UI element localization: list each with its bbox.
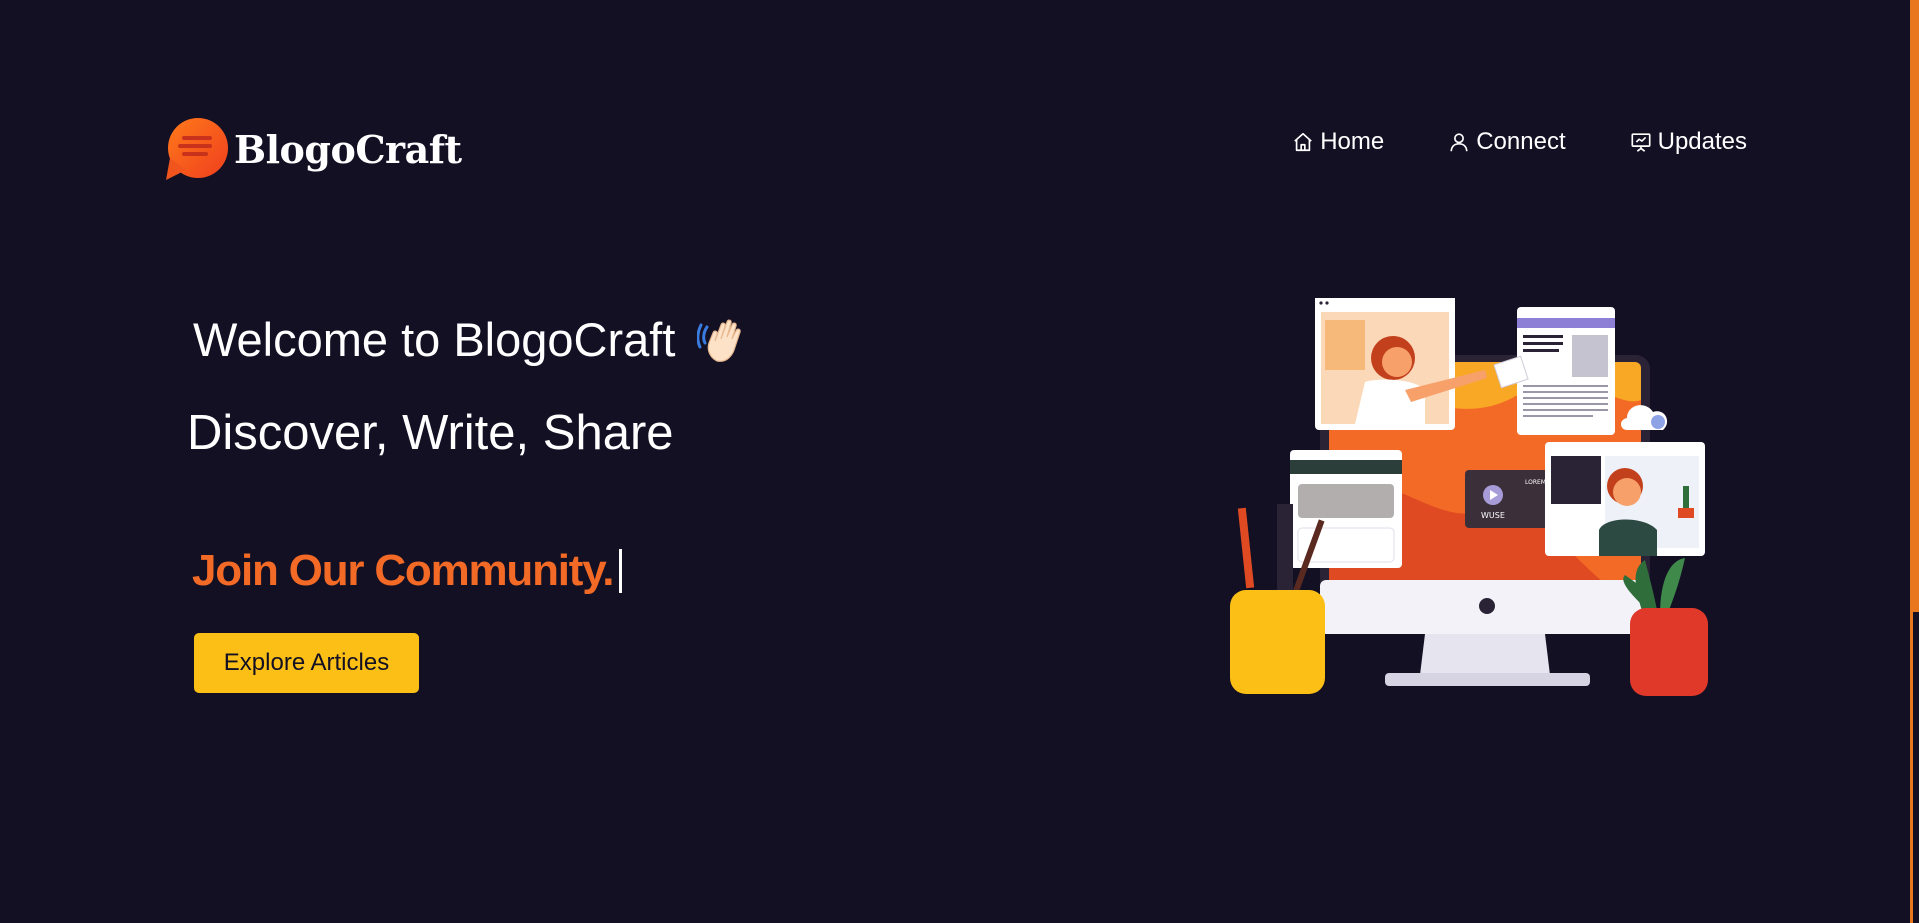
brand-name: BlogoCraft — [234, 126, 462, 172]
scrollbar-thumb[interactable] — [1910, 612, 1919, 923]
home-icon — [1294, 132, 1312, 152]
waving-hand-icon — [697, 319, 742, 362]
welcome-text: Welcome to BlogoCraft — [193, 313, 676, 366]
illustration-card-label: LOREM — [1525, 479, 1546, 486]
tagline: Discover, Write, Share — [187, 406, 674, 460]
nav-item-updates[interactable]: Updates — [1630, 128, 1747, 156]
nav-item-label: Home — [1320, 128, 1385, 155]
page-scrollbar[interactable] — [1910, 0, 1919, 923]
nav-item-label: Updates — [1657, 128, 1747, 155]
typed-text: Join Our Community. — [192, 546, 614, 595]
chat-bubble-icon — [164, 116, 228, 182]
illustration-screen-label: WUSE — [1481, 511, 1505, 520]
landing-page: BlogoCraft Home Connect Updates Welcome … — [0, 0, 1919, 923]
nav-item-label: Connect — [1476, 128, 1566, 155]
brand-logo[interactable]: BlogoCraft — [164, 116, 462, 182]
welcome-heading: Welcome to BlogoCraft — [193, 312, 751, 367]
desktop-workspace-illustration: WUSE LOREM — [1230, 298, 1708, 696]
user-icon — [1450, 133, 1468, 152]
explore-articles-button[interactable]: Explore Articles — [194, 633, 419, 693]
nav-item-connect[interactable]: Connect — [1448, 128, 1566, 156]
main-nav: Home Connect Updates — [1292, 128, 1747, 156]
presentation-icon — [1631, 133, 1651, 152]
nav-item-home[interactable]: Home — [1292, 128, 1384, 156]
typing-cursor — [619, 549, 623, 593]
typing-headline: Join Our Community. — [192, 546, 623, 596]
